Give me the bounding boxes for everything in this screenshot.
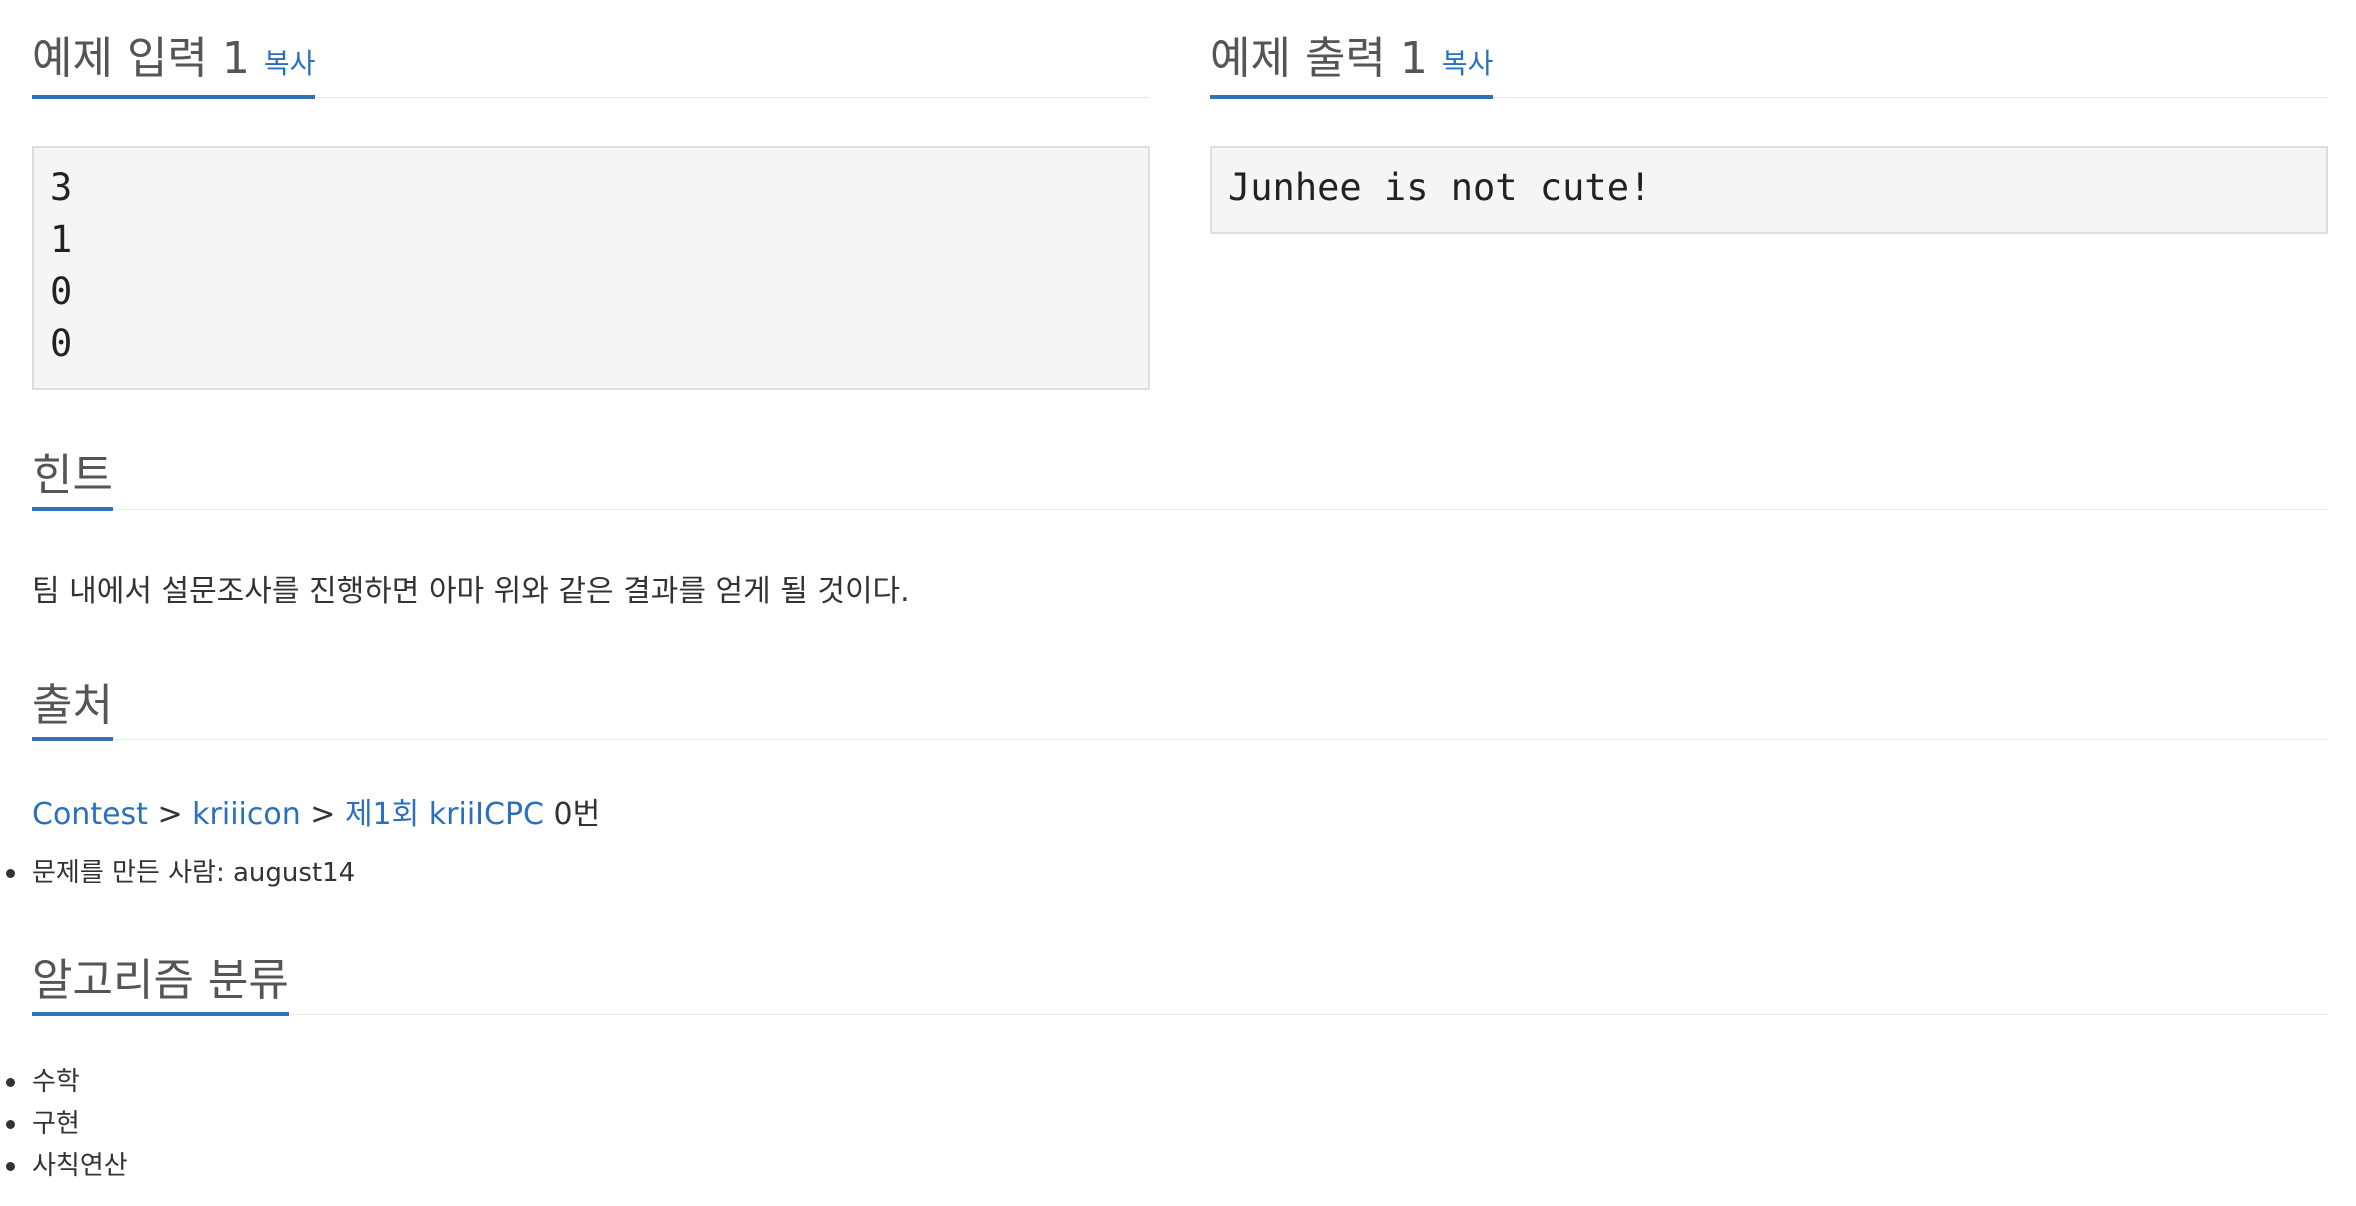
sample-input-line: 1 [50, 218, 73, 261]
algorithm-tag-implementation[interactable]: 구현 [0, 1103, 128, 1145]
breadcrumb-event-link[interactable]: 제1회 kriiICPC [345, 797, 544, 832]
sample-input-line: 0 [50, 270, 73, 313]
algorithms-title: 알고리즘 분류 [32, 956, 289, 1016]
sample-input-line: 3 [50, 166, 73, 209]
source-title: 출처 [32, 681, 113, 741]
sample-output-line: Junhee is not cute! [1228, 166, 1652, 209]
sample-output-box[interactable]: Junhee is not cute! [1210, 146, 2328, 234]
source-header: 출처 [32, 642, 2328, 741]
hint-text: 팀 내에서 설문조사를 진행하면 아마 위와 같은 결과를 얻게 될 것이다. [32, 574, 910, 609]
algorithm-tag-list: 수학 구현 사칙연산 [0, 1061, 128, 1187]
algorithms-header: 알고리즘 분류 [32, 917, 2328, 1016]
breadcrumb: Contest > kriiicon > 제1회 kriiICPC 0번 [32, 789, 600, 833]
breadcrumb-separator: > [147, 797, 193, 832]
algorithm-tag-arithmetic[interactable]: 사칙연산 [0, 1145, 128, 1187]
sample-input-copy-button[interactable]: 복사 [264, 47, 316, 80]
sample-input-header: 예제 입력 1 복사 [32, 0, 1150, 99]
algorithm-tag-math[interactable]: 수학 [0, 1061, 128, 1103]
author-label: 문제를 만든 사람: [32, 858, 233, 888]
breadcrumb-separator: > [300, 797, 345, 832]
breadcrumb-kriiicon-link[interactable]: kriiicon [192, 797, 301, 832]
sample-output-copy-button[interactable]: 복사 [1442, 47, 1494, 80]
sample-input-title: 예제 입력 1 복사 [32, 34, 316, 99]
hint-header: 힌트 [32, 412, 2328, 511]
author-name[interactable]: august14 [233, 858, 355, 888]
breadcrumb-problem-number: 0번 [544, 797, 601, 832]
hint-title: 힌트 [32, 451, 113, 511]
sample-output-header: 예제 출력 1 복사 [1210, 0, 2328, 99]
breadcrumb-contest-link[interactable]: Contest [32, 797, 148, 832]
sample-input-line: 0 [50, 322, 73, 365]
author-item: 문제를 만든 사람: august14 [0, 852, 355, 894]
sample-output-title: 예제 출력 1 복사 [1210, 34, 1494, 99]
author-list: 문제를 만든 사람: august14 [0, 852, 355, 894]
sample-input-box[interactable]: 3 1 0 0 [32, 146, 1150, 390]
